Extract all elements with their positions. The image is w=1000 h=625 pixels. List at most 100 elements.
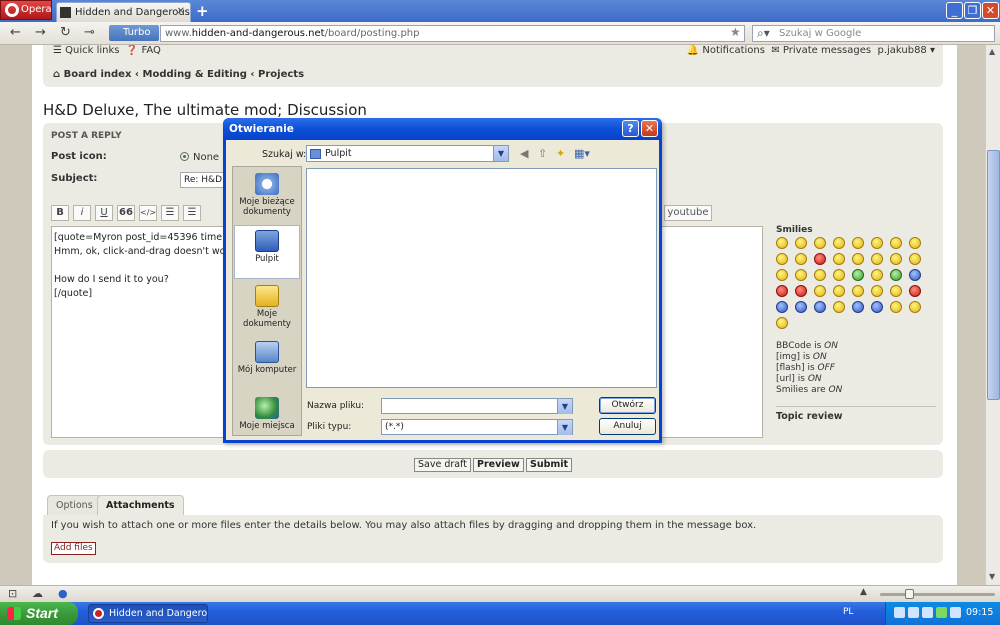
filename-input[interactable]: ▼ xyxy=(381,398,573,414)
place-my-computer[interactable]: Mój komputer xyxy=(234,337,300,391)
chevron-down-icon[interactable]: ▼ xyxy=(557,420,572,435)
underline-button[interactable]: U xyxy=(95,205,113,221)
breadcrumb-item[interactable]: Projects xyxy=(258,69,304,80)
breadcrumb-item[interactable]: Board index xyxy=(64,69,132,80)
smiley-icon[interactable] xyxy=(776,285,788,297)
faq-link[interactable]: FAQ xyxy=(142,45,161,56)
smiley-icon[interactable] xyxy=(852,285,864,297)
smiley-icon[interactable] xyxy=(833,285,845,297)
smiley-icon[interactable] xyxy=(776,317,788,329)
ordered-list-button[interactable]: ☰ xyxy=(183,205,201,221)
dialog-help-button[interactable]: ? xyxy=(622,120,639,137)
smiley-icon[interactable] xyxy=(852,237,864,249)
place-recent-documents[interactable]: Moje bieżące dokumenty xyxy=(234,169,300,223)
smiley-icon[interactable] xyxy=(795,301,807,313)
tab-close-icon[interactable]: ✕ xyxy=(177,6,185,17)
smiley-icon[interactable] xyxy=(795,237,807,249)
smiley-icon[interactable] xyxy=(890,253,902,265)
smiley-icon[interactable] xyxy=(871,237,883,249)
window-maximize-button[interactable]: ❐ xyxy=(964,2,981,19)
chevron-down-icon[interactable]: ▼ xyxy=(557,399,572,414)
place-desktop[interactable]: Pulpit xyxy=(234,225,300,279)
smiley-icon[interactable] xyxy=(909,269,921,281)
filetype-select[interactable]: (*.*) ▼ xyxy=(381,419,573,435)
forward-arrow-icon[interactable]: → xyxy=(35,25,46,40)
new-tab-button[interactable]: + xyxy=(196,2,209,20)
smiley-icon[interactable] xyxy=(814,269,826,281)
smiley-icon[interactable] xyxy=(909,237,921,249)
tray-icon[interactable] xyxy=(908,607,919,618)
smiley-icon[interactable] xyxy=(871,253,883,265)
page-scrollbar[interactable]: ▲ ▼ xyxy=(985,45,1000,585)
key-icon[interactable]: ⊸ xyxy=(84,25,95,40)
italic-button[interactable]: i xyxy=(73,205,91,221)
reload-icon[interactable]: ↻ xyxy=(60,25,71,40)
page-title[interactable]: H&D Deluxe, The ultimate mod; Discussion xyxy=(43,101,367,119)
start-button[interactable]: Start xyxy=(0,602,78,625)
quote-button[interactable]: 66 xyxy=(117,205,135,221)
cancel-button[interactable]: Anuluj xyxy=(599,418,656,435)
network-tray-icon[interactable] xyxy=(936,607,947,618)
smiley-icon[interactable] xyxy=(890,285,902,297)
zoom-slider-handle[interactable] xyxy=(905,589,914,599)
smiley-icon[interactable] xyxy=(776,301,788,313)
back-arrow-icon[interactable]: ← xyxy=(10,25,21,40)
smiley-icon[interactable] xyxy=(871,301,883,313)
window-minimize-button[interactable]: _ xyxy=(946,2,963,19)
smiley-icon[interactable] xyxy=(871,285,883,297)
taskbar-item-opera[interactable]: Hidden and Dangerou... xyxy=(88,604,208,623)
post-icon-none-radio[interactable]: None xyxy=(180,151,219,163)
browser-tab[interactable]: Hidden and Dangerous .... ✕ xyxy=(56,2,191,22)
private-messages-link[interactable]: Private messages xyxy=(783,45,871,56)
smiley-icon[interactable] xyxy=(814,237,826,249)
smiley-icon[interactable] xyxy=(833,253,845,265)
tray-icon[interactable] xyxy=(894,607,905,618)
tab-attachments[interactable]: Attachments xyxy=(97,495,184,515)
tray-icon[interactable] xyxy=(922,607,933,618)
opera-menu-button[interactable]: Opera xyxy=(0,0,52,20)
smiley-icon[interactable] xyxy=(890,237,902,249)
smiley-icon[interactable] xyxy=(776,237,788,249)
cloud-icon[interactable]: ☁ xyxy=(32,587,43,600)
scroll-up-icon[interactable]: ▲ xyxy=(989,47,995,56)
smiley-icon[interactable] xyxy=(909,285,921,297)
save-draft-button[interactable]: Save draft xyxy=(414,458,471,472)
preview-button[interactable]: Preview xyxy=(473,458,524,472)
topic-review-heading[interactable]: Topic review xyxy=(776,406,936,422)
smiley-icon[interactable] xyxy=(814,285,826,297)
smiley-icon[interactable] xyxy=(833,269,845,281)
list-button[interactable]: ☰ xyxy=(161,205,179,221)
scrollbar-thumb[interactable] xyxy=(987,150,1000,400)
tab-options[interactable]: Options xyxy=(47,495,102,515)
panel-toggle-icon[interactable]: ⊡ xyxy=(8,587,17,600)
quick-links[interactable]: ☰ Quick links ❓ FAQ xyxy=(53,45,161,56)
submit-button[interactable]: Submit xyxy=(526,458,573,472)
smiley-icon[interactable] xyxy=(795,269,807,281)
new-folder-icon[interactable]: ✦ xyxy=(556,147,565,160)
view-menu-icon[interactable]: ▦▾ xyxy=(574,147,590,160)
smiley-icon[interactable] xyxy=(909,253,921,265)
dialog-close-button[interactable]: ✕ xyxy=(641,120,658,137)
smiley-icon[interactable] xyxy=(833,301,845,313)
smiley-icon[interactable] xyxy=(890,269,902,281)
bold-button[interactable]: B xyxy=(51,205,69,221)
address-bar[interactable]: www.hidden-and-dangerous.net/board/posti… xyxy=(160,25,745,42)
smiley-icon[interactable] xyxy=(776,269,788,281)
zoom-up-icon[interactable]: ▲ xyxy=(860,587,867,597)
code-button[interactable]: </> xyxy=(139,205,157,221)
scroll-down-icon[interactable]: ▼ xyxy=(989,572,995,581)
bookmark-star-icon[interactable]: ★ xyxy=(730,25,741,39)
speed-dial-icon[interactable]: ● xyxy=(58,587,68,600)
turbo-button[interactable]: Turbo xyxy=(109,25,159,41)
zoom-slider-track[interactable] xyxy=(880,593,995,596)
add-files-button[interactable]: Add files xyxy=(51,542,96,555)
smiley-icon[interactable] xyxy=(833,237,845,249)
smiley-icon[interactable] xyxy=(871,269,883,281)
dialog-titlebar[interactable]: Otwieranie ? ✕ xyxy=(223,118,662,140)
smiley-icon[interactable] xyxy=(852,301,864,313)
look-in-select[interactable]: Pulpit ▼ xyxy=(306,145,509,162)
place-my-documents[interactable]: Moje dokumenty xyxy=(234,281,300,335)
username-link[interactable]: p.jakub88 xyxy=(877,45,926,56)
open-button[interactable]: Otwórz xyxy=(599,397,656,414)
volume-tray-icon[interactable] xyxy=(950,607,961,618)
